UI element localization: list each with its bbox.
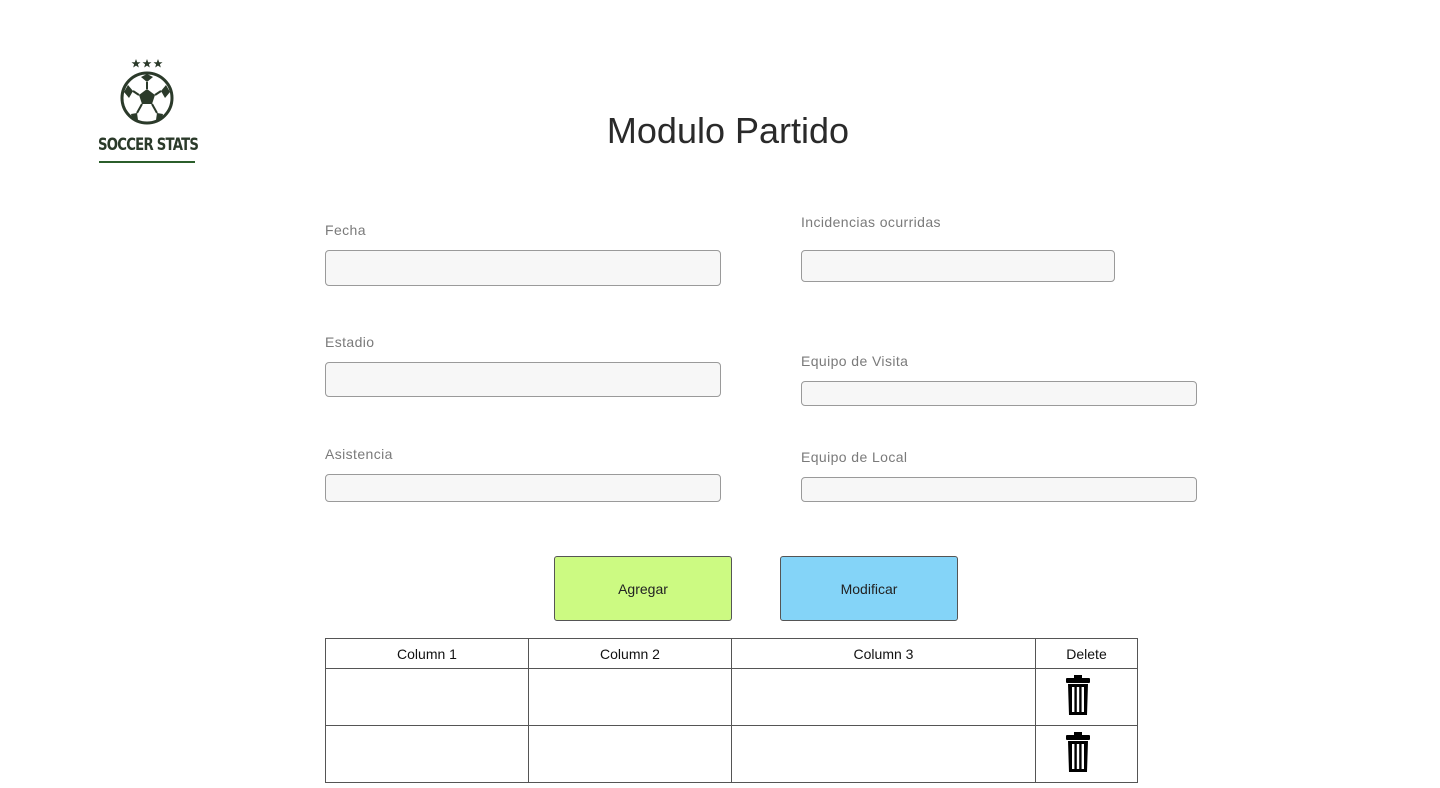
table-cell bbox=[325, 668, 529, 726]
trash-icon[interactable] bbox=[1066, 732, 1090, 772]
equipo-local-input[interactable] bbox=[801, 477, 1197, 502]
table-header-row: Column 1 Column 2 Column 3 Delete bbox=[325, 638, 1138, 669]
column-header-2: Column 2 bbox=[528, 638, 732, 669]
modificar-button[interactable]: Modificar bbox=[780, 556, 958, 621]
partidos-table: Column 1 Column 2 Column 3 Delete bbox=[325, 638, 1138, 783]
table-cell bbox=[731, 668, 1036, 726]
column-header-3: Column 3 bbox=[731, 638, 1036, 669]
fecha-label: Fecha bbox=[325, 222, 366, 238]
column-header-delete: Delete bbox=[1035, 638, 1138, 669]
equipo-local-label: Equipo de Local bbox=[801, 449, 908, 465]
fecha-input[interactable] bbox=[325, 250, 721, 286]
table-cell bbox=[731, 725, 1036, 783]
asistencia-input[interactable] bbox=[325, 474, 721, 502]
delete-cell bbox=[1035, 725, 1138, 783]
incidencias-label: Incidencias ocurridas bbox=[801, 214, 941, 230]
estadio-label: Estadio bbox=[325, 334, 375, 350]
equipo-visita-input[interactable] bbox=[801, 381, 1197, 406]
table-row bbox=[325, 668, 1138, 726]
agregar-button[interactable]: Agregar bbox=[554, 556, 732, 621]
delete-cell bbox=[1035, 668, 1138, 726]
asistencia-label: Asistencia bbox=[325, 446, 393, 462]
estadio-input[interactable] bbox=[325, 362, 721, 397]
table-cell bbox=[528, 725, 732, 783]
soccer-stats-logo: SOCCER STATS bbox=[98, 58, 199, 166]
page-title: Modulo Partido bbox=[606, 110, 850, 151]
table-cell bbox=[528, 668, 732, 726]
trash-icon[interactable] bbox=[1066, 675, 1090, 715]
soccer-ball-icon bbox=[120, 59, 174, 125]
equipo-visita-label: Equipo de Visita bbox=[801, 353, 909, 369]
table-row bbox=[325, 725, 1138, 783]
logo-text: SOCCER STATS bbox=[98, 135, 199, 155]
table-cell bbox=[325, 725, 529, 783]
column-header-1: Column 1 bbox=[325, 638, 529, 669]
incidencias-input[interactable] bbox=[801, 250, 1115, 282]
logo-underline bbox=[99, 161, 195, 163]
